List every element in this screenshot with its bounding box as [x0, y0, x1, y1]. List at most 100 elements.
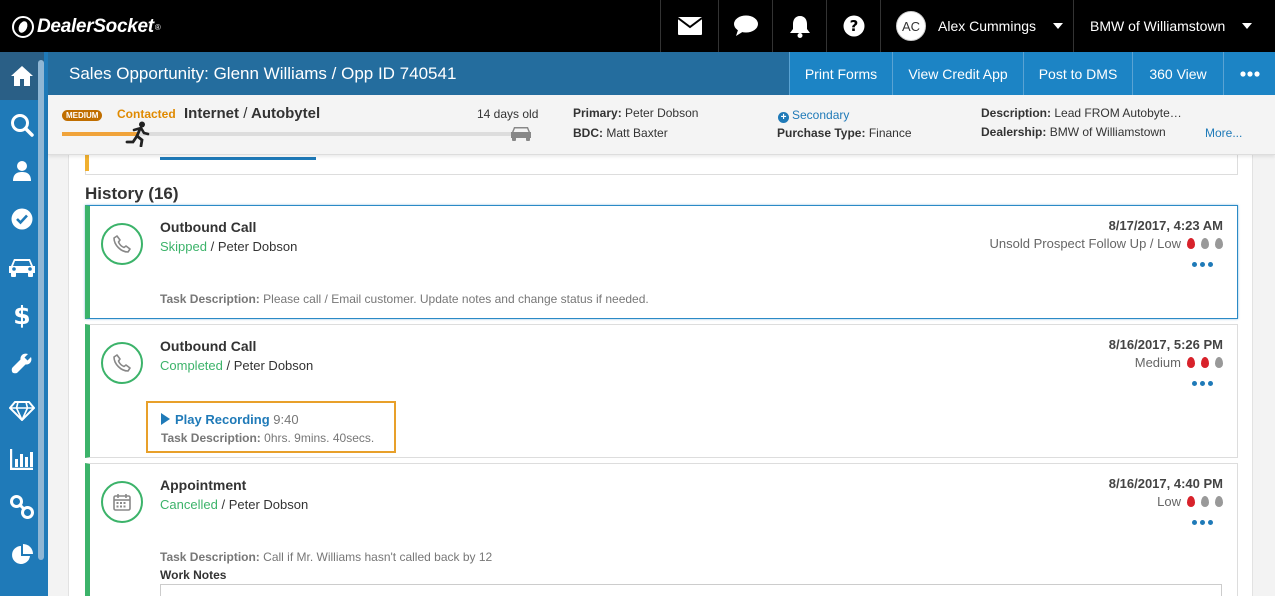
- flame-icon: [1187, 238, 1195, 249]
- dealership-name: BMW of Williamstown: [1090, 18, 1226, 34]
- pie-chart-icon: [12, 544, 33, 564]
- logo-text: DealerSocket: [37, 16, 154, 37]
- dot-icon: [1200, 520, 1205, 525]
- home-icon: [11, 66, 33, 86]
- link-icon: [10, 495, 34, 519]
- logo-trademark: ®: [154, 22, 161, 32]
- priority-badge: MEDIUM: [62, 110, 103, 121]
- item-actions-button[interactable]: [1192, 262, 1213, 267]
- dollar-icon: $: [14, 302, 30, 328]
- bell-icon: [787, 13, 813, 39]
- flame-icon: [1187, 496, 1195, 507]
- chevron-down-icon: [1053, 23, 1064, 29]
- 360-view-button[interactable]: 360 View: [1132, 52, 1223, 95]
- description-label: Description:: [981, 106, 1052, 120]
- history-item[interactable]: Outbound Call Skipped / Peter Dobson 8/1…: [85, 205, 1238, 319]
- dot-icon: [1208, 381, 1213, 386]
- svg-text:?: ?: [849, 17, 858, 35]
- top-nav: DealerSocket ® ? AC Alex Cummings BMW of …: [0, 0, 1275, 52]
- plus-circle-icon: +: [778, 112, 789, 123]
- history-item-date: 8/16/2017, 5:26 PM: [1108, 337, 1223, 352]
- running-person-icon: [125, 121, 151, 152]
- help-button[interactable]: ?: [826, 0, 880, 52]
- history-item-description: Task Description: Call if Mr. Williams h…: [160, 550, 492, 564]
- flame-icon: [1215, 238, 1223, 249]
- dealership-selector[interactable]: BMW of Williamstown: [1073, 0, 1275, 52]
- description-value: Please call / Email customer. Update not…: [263, 292, 649, 306]
- play-recording-link[interactable]: Play Recording 9:40: [161, 412, 299, 427]
- phone-icon: [101, 342, 143, 384]
- chevron-down-icon: [1242, 23, 1253, 29]
- history-item-date: 8/16/2017, 4:40 PM: [1108, 476, 1223, 491]
- primary-value: Peter Dobson: [625, 106, 699, 120]
- history-item-status: Cancelled: [160, 497, 218, 512]
- description-label: Task Description:: [161, 431, 261, 445]
- status-separator: /: [221, 497, 226, 512]
- more-details-link[interactable]: More...: [1205, 126, 1242, 140]
- add-secondary-link[interactable]: + Secondary: [778, 108, 849, 123]
- history-item-owner: Peter Dobson: [233, 358, 314, 373]
- dealership-info: Dealership: BMW of Williamstown: [981, 125, 1166, 139]
- purchase-type-value: Finance: [868, 126, 912, 140]
- history-panel: History (16) Outbound Call Skipped / Pet…: [68, 155, 1253, 596]
- print-forms-button[interactable]: Print Forms: [789, 52, 892, 95]
- chat-bubble-icon: [733, 13, 759, 39]
- phone-icon: [101, 223, 143, 265]
- primary-salesperson: Primary: Peter Dobson: [573, 106, 698, 120]
- opportunity-age: 14 days old: [477, 107, 539, 121]
- history-item-description: Task Description: 0hrs. 9mins. 40secs.: [161, 431, 374, 445]
- envelope-icon: [677, 13, 703, 39]
- flame-icon: [1187, 357, 1195, 368]
- car-icon: [9, 259, 35, 277]
- secondary-label: Secondary: [792, 108, 850, 122]
- bdc-label: BDC:: [573, 126, 603, 140]
- history-item-status: Completed: [160, 358, 223, 373]
- history-item-status-line: Completed / Peter Dobson: [160, 358, 313, 373]
- history-item-meta: Medium: [1135, 355, 1223, 370]
- sidebar-scrollbar[interactable]: [38, 60, 44, 560]
- ellipsis-icon: [1239, 70, 1260, 77]
- user-menu[interactable]: AC Alex Cummings: [880, 0, 1073, 52]
- dot-icon: [1192, 262, 1197, 267]
- history-item-date: 8/17/2017, 4:23 AM: [1108, 218, 1223, 233]
- sub-source-name: Autobytel: [250, 105, 321, 122]
- chat-button[interactable]: [718, 0, 772, 52]
- history-item-meta: Low: [1157, 494, 1223, 509]
- item-actions-button[interactable]: [1192, 520, 1213, 525]
- primary-label: Primary:: [573, 106, 622, 120]
- status-separator: /: [210, 239, 215, 254]
- history-heading: History (16): [85, 184, 179, 203]
- item-actions-button[interactable]: [1192, 381, 1213, 386]
- opportunity-summary: MEDIUM Contacted Internet / Autobytel 14…: [48, 95, 1275, 155]
- dealersocket-logo[interactable]: DealerSocket ®: [12, 14, 161, 40]
- history-item-title: Outbound Call: [160, 338, 257, 354]
- play-icon: [161, 413, 170, 425]
- main-content: History (16) Outbound Call Skipped / Pet…: [48, 155, 1275, 596]
- dealership-value: BMW of Williamstown: [1049, 125, 1166, 139]
- more-actions-button[interactable]: [1223, 52, 1275, 95]
- view-credit-app-button[interactable]: View Credit App: [892, 52, 1023, 95]
- flame-icon: [1201, 238, 1209, 249]
- recording-box: Play Recording 9:40 Task Description: 0h…: [146, 401, 396, 453]
- dot-icon: [1200, 262, 1205, 267]
- page-title: Sales Opportunity: Glenn Williams / Opp …: [69, 64, 457, 83]
- dot-icon: [1192, 520, 1197, 525]
- mail-button[interactable]: [660, 0, 718, 52]
- history-item-meta-text: Medium: [1134, 355, 1181, 370]
- history-item[interactable]: Appointment Cancelled / Peter Dobson 8/1…: [85, 463, 1238, 596]
- diamond-icon: [9, 401, 35, 421]
- flame-icon: [1201, 357, 1209, 368]
- description: Description: Lead FROM Autobyte…: [981, 106, 1182, 120]
- previous-section-card: [85, 155, 1238, 175]
- avatar: AC: [896, 11, 926, 41]
- status-separator: /: [226, 358, 231, 373]
- notifications-button[interactable]: [772, 0, 826, 52]
- post-to-dms-button[interactable]: Post to DMS: [1023, 52, 1132, 95]
- history-item-title: Appointment: [160, 477, 247, 493]
- work-notes-box[interactable]: [160, 584, 1222, 596]
- active-tab-indicator: [160, 157, 316, 160]
- work-notes-label: Work Notes: [160, 568, 227, 582]
- history-item[interactable]: Outbound Call Completed / Peter Dobson 8…: [85, 324, 1238, 458]
- wrench-icon: [11, 353, 32, 374]
- purchase-type: Purchase Type: Finance: [777, 126, 912, 140]
